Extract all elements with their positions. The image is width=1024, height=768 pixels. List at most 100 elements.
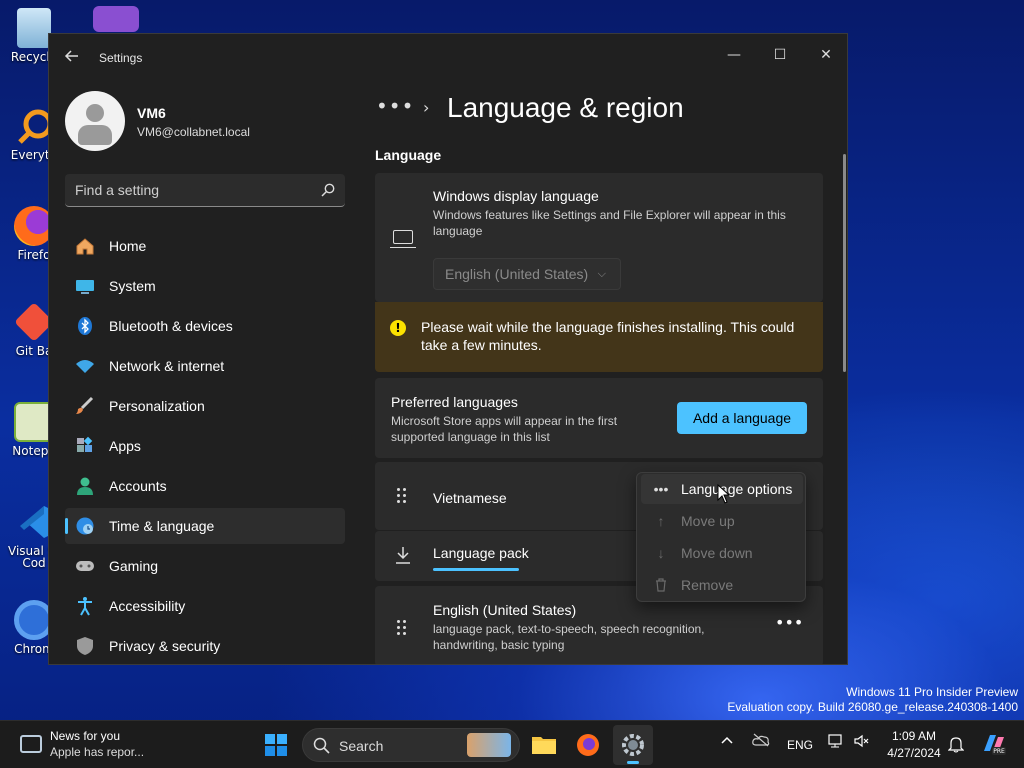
sidebar-item-bluetooth[interactable]: Bluetooth & devices bbox=[65, 308, 345, 344]
menu-item-remove[interactable]: Remove bbox=[641, 570, 803, 600]
copilot-icon[interactable]: PRE bbox=[980, 731, 1006, 760]
drag-handle-icon[interactable] bbox=[397, 620, 407, 636]
clock-time[interactable]: 1:09 AM bbox=[886, 729, 942, 743]
menu-item-label: Remove bbox=[681, 577, 734, 593]
brush-icon bbox=[75, 396, 95, 416]
preferred-languages-card: Preferred languages Microsoft Store apps… bbox=[375, 378, 823, 458]
back-button[interactable] bbox=[61, 48, 83, 68]
page-title: Language & region bbox=[447, 92, 684, 123]
sidebar-item-personalization[interactable]: Personalization bbox=[65, 388, 345, 424]
sidebar-item-label: Personalization bbox=[109, 398, 205, 414]
svg-text:PRE: PRE bbox=[993, 748, 1005, 755]
maximize-button[interactable]: ☐ bbox=[757, 40, 803, 70]
search-box[interactable] bbox=[65, 174, 345, 207]
search-input[interactable] bbox=[75, 174, 305, 206]
warning-text: Please wait while the language finishes … bbox=[421, 319, 795, 353]
shield-icon bbox=[75, 636, 95, 656]
chevron-down-icon: ⌵ bbox=[597, 268, 606, 280]
wifi-icon bbox=[75, 356, 95, 376]
taskbar-file-explorer[interactable] bbox=[524, 725, 564, 765]
chevron-up-icon bbox=[721, 736, 733, 744]
system-icon bbox=[75, 276, 95, 296]
arrow-left-icon bbox=[64, 50, 78, 62]
display-language-value: English (United States) bbox=[445, 266, 589, 282]
sidebar-item-accessibility[interactable]: Accessibility bbox=[65, 588, 345, 624]
gamepad-icon bbox=[75, 556, 95, 576]
accounts-icon bbox=[75, 476, 95, 496]
notification-bell-icon[interactable] bbox=[947, 735, 965, 756]
app-title: Settings bbox=[99, 51, 143, 65]
watermark-line-2: Evaluation copy. Build 26080.ge_release.… bbox=[727, 700, 1018, 714]
mouse-cursor-icon bbox=[717, 483, 731, 504]
sidebar-item-label: Gaming bbox=[109, 558, 159, 574]
sidebar-item-system[interactable]: System bbox=[65, 268, 345, 304]
accessibility-icon bbox=[75, 596, 95, 616]
display-language-title: Windows display language bbox=[433, 188, 599, 204]
watermark-line-1: Windows 11 Pro Insider Preview bbox=[846, 685, 1018, 699]
visual-studio-icon bbox=[93, 6, 139, 32]
sidebar-item-gaming[interactable]: Gaming bbox=[65, 548, 345, 584]
close-button[interactable]: ✕ bbox=[803, 40, 847, 70]
start-button[interactable] bbox=[256, 725, 296, 765]
sidebar-item-label: Bluetooth & devices bbox=[109, 318, 233, 334]
taskbar-settings[interactable] bbox=[613, 725, 653, 765]
sidebar-item-label: Accounts bbox=[109, 478, 167, 494]
show-hidden-icons-button[interactable] bbox=[720, 733, 734, 750]
menu-item-move-down[interactable]: ↓ Move down bbox=[641, 538, 803, 568]
sidebar-item-label: Accessibility bbox=[109, 598, 186, 614]
onedrive-icon[interactable] bbox=[752, 733, 770, 750]
arrow-up-icon: ↑ bbox=[657, 513, 665, 529]
globe-clock-icon bbox=[75, 516, 95, 536]
taskbar: News for you Apple has repor... Search E… bbox=[0, 720, 1024, 768]
preferred-languages-title: Preferred languages bbox=[391, 394, 518, 410]
drag-handle-icon[interactable] bbox=[397, 488, 407, 504]
menu-item-label: Move down bbox=[681, 545, 753, 561]
sidebar-item-time-language[interactable]: Time & language bbox=[65, 508, 345, 544]
news-subtitle: Apple has repor... bbox=[50, 745, 145, 759]
sidebar-item-home[interactable]: Home bbox=[65, 228, 345, 264]
input-language-indicator[interactable]: ENG bbox=[787, 738, 813, 752]
sidebar-item-accounts[interactable]: Accounts bbox=[65, 468, 345, 504]
avatar[interactable] bbox=[65, 91, 125, 151]
bluetooth-icon bbox=[75, 316, 95, 336]
taskbar-search-label: Search bbox=[339, 738, 384, 754]
scrollbar[interactable] bbox=[843, 154, 846, 372]
search-icon bbox=[313, 737, 330, 754]
add-language-button[interactable]: Add a language bbox=[677, 402, 807, 434]
breadcrumb-more-button[interactable]: ••• bbox=[376, 94, 414, 118]
news-title: News for you bbox=[50, 729, 121, 743]
sidebar-item-label: System bbox=[109, 278, 156, 294]
avatar-head bbox=[86, 104, 104, 122]
recycle-bin-icon bbox=[17, 8, 51, 48]
menu-item-label: Language options bbox=[681, 481, 793, 497]
display-language-description: Windows features like Settings and File … bbox=[433, 208, 786, 238]
volume-muted-icon[interactable] bbox=[853, 733, 871, 752]
sidebar-item-network[interactable]: Network & internet bbox=[65, 348, 345, 384]
profile-email: VM6@collabnet.local bbox=[137, 125, 250, 139]
laptop-icon bbox=[390, 230, 416, 248]
language-features: language pack, text-to-speech, speech re… bbox=[433, 622, 705, 652]
language-name: English (United States) bbox=[433, 602, 577, 618]
sidebar-item-label: Apps bbox=[109, 438, 141, 454]
arrow-down-icon: ↓ bbox=[657, 545, 665, 561]
home-icon bbox=[75, 236, 95, 256]
sidebar-nav: Home System Bluetooth & devices Network … bbox=[65, 228, 345, 664]
search-highlight-icon bbox=[467, 733, 511, 757]
sidebar-item-apps[interactable]: Apps bbox=[65, 428, 345, 464]
display-language-dropdown[interactable]: English (United States) ⌵ bbox=[433, 258, 621, 290]
sidebar-item-privacy[interactable]: Privacy & security bbox=[65, 628, 345, 664]
network-icon[interactable] bbox=[828, 733, 844, 752]
clock-date[interactable]: 4/27/2024 bbox=[882, 746, 946, 760]
more-options-button[interactable]: ••• bbox=[775, 615, 803, 636]
taskbar-search[interactable]: Search bbox=[302, 728, 520, 762]
section-title: Language bbox=[375, 147, 442, 163]
news-icon bbox=[20, 735, 42, 753]
display-language-card: Windows display language Windows feature… bbox=[375, 173, 823, 302]
desktop-icon-visual-studio[interactable] bbox=[90, 6, 142, 34]
news-widget[interactable]: News for you Apple has repor... bbox=[14, 727, 174, 763]
taskbar-firefox[interactable] bbox=[568, 725, 608, 765]
minimize-button[interactable]: — bbox=[711, 40, 757, 70]
menu-item-move-up[interactable]: ↑ Move up bbox=[641, 506, 803, 536]
search-icon[interactable] bbox=[321, 183, 335, 197]
evaluation-watermark: Windows 11 Pro Insider Preview Evaluatio… bbox=[727, 685, 1018, 715]
